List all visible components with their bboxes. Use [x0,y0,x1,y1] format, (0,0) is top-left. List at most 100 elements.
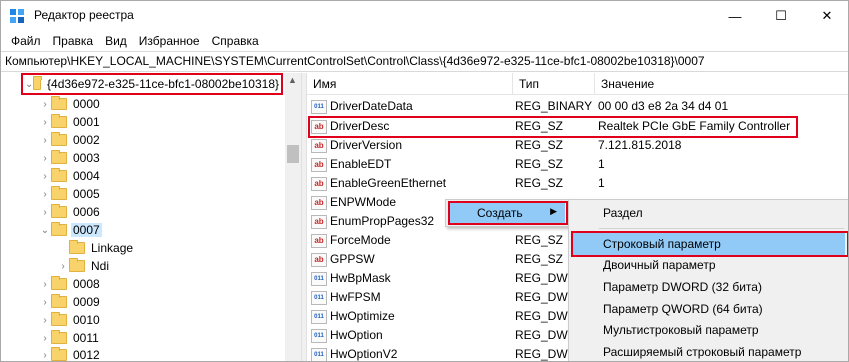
menu-favorites[interactable]: Избранное [133,31,206,51]
list-row-driverversion[interactable]: ab DriverVersion REG_SZ 7.121.815.2018 [307,136,848,155]
chevron-right-icon[interactable]: › [39,275,51,293]
folder-icon [51,276,67,290]
scrollbar-thumb[interactable] [287,145,299,163]
menu-bar: Файл Правка Вид Избранное Справка [1,31,848,51]
string-value-icon: ab [311,195,327,210]
chevron-right-icon[interactable]: › [39,329,51,347]
minimize-button[interactable]: — [712,1,758,31]
folder-icon [51,114,67,128]
folder-icon [51,96,67,110]
scroll-up-icon[interactable]: ▲ [288,75,297,85]
value-type: REG_BINARY [515,99,593,113]
chevron-right-icon[interactable]: › [39,203,51,221]
value-type: REG_SZ [515,176,564,190]
tree-pane: ⌄ {4d36e972-e325-11ce-bfc1-08002be10318}… [1,73,301,361]
tree-item-0002[interactable]: › 0002 [39,131,102,149]
string-value-icon: ab [311,214,327,229]
folder-icon [51,168,67,182]
tree-item-0005[interactable]: › 0005 [39,185,102,203]
chevron-right-icon[interactable]: › [57,257,69,275]
submenu-item-binary-value[interactable]: Двоичный параметр [573,254,845,276]
folder-icon [51,132,67,146]
value-name: DriverDateData [330,99,413,113]
submenu-item-qword-value[interactable]: Параметр QWORD (64 бита) [573,298,845,320]
value-data: 1 [598,157,605,171]
maximize-button[interactable]: ☐ [758,1,804,31]
tree-item-0010[interactable]: › 0010 [39,311,102,329]
tree-item-0007[interactable]: ⌄ 0007 [39,221,102,239]
string-value-icon: ab [311,138,327,153]
tree-item-label: {4d36e972-e325-11ce-bfc1-08002be10318} [47,77,279,91]
folder-icon [51,204,67,218]
list-row-driverdatedata[interactable]: 011 DriverDateData REG_BINARY 00 00 d3 e8… [307,97,848,116]
list-header: Имя Тип Значение [307,73,848,95]
value-data: 1 [598,176,605,190]
title-bar: Редактор реестра — ☐ ✕ [1,1,848,31]
column-header-type[interactable]: Тип [513,73,595,95]
value-type: REG_SZ [515,233,564,247]
submenu-item-expandable-string-value[interactable]: Расширяемый строковый параметр [573,341,845,361]
binary-value-icon: 011 [311,290,327,305]
tree-scrollbar[interactable]: ▲ [285,73,301,361]
tree-item-0001[interactable]: › 0001 [39,113,102,131]
chevron-right-icon[interactable]: › [39,311,51,329]
list-row-enablegreenethernet[interactable]: ab EnableGreenEthernet REG_SZ 1 [307,174,848,193]
value-type: REG_SZ [515,138,564,152]
string-value-icon: ab [311,233,327,248]
tree-item-0004[interactable]: › 0004 [39,167,102,185]
tree-item-label: 0008 [73,277,100,291]
menu-file[interactable]: Файл [5,31,47,51]
value-name: EnableEDT [330,157,392,171]
context-menu: Создать ▶ [445,199,569,227]
tree-item-linkage[interactable]: Linkage [57,239,135,257]
column-header-name[interactable]: Имя [307,73,513,95]
binary-value-icon: 011 [311,328,327,343]
chevron-down-icon[interactable]: ⌄ [25,75,33,93]
chevron-right-icon[interactable]: › [39,113,51,131]
tree-item-label: Linkage [91,241,134,255]
tree-item-0008[interactable]: › 0008 [39,275,102,293]
column-header-value[interactable]: Значение [595,73,848,95]
menu-view[interactable]: Вид [99,31,133,51]
chevron-right-icon[interactable]: › [39,346,51,361]
driverdesc-highlight [308,116,798,138]
folder-icon [51,312,67,326]
binary-value-icon: 011 [311,347,327,361]
chevron-right-icon[interactable]: › [39,149,51,167]
address-bar[interactable]: Компьютер\HKEY_LOCAL_MACHINE\SYSTEM\Curr… [1,51,848,72]
chevron-right-icon[interactable]: › [39,131,51,149]
tree-item-0000[interactable]: › 0000 [39,95,102,113]
submenu-item-key[interactable]: Раздел [573,202,845,224]
submenu-item-multistring-value[interactable]: Мультистроковый параметр [573,319,845,341]
value-name: ENPWMode [330,195,397,209]
menu-help[interactable]: Справка [206,31,265,51]
folder-icon [51,330,67,344]
tree-item-0009[interactable]: › 0009 [39,293,102,311]
close-button[interactable]: ✕ [804,1,848,31]
chevron-right-icon[interactable]: › [39,293,51,311]
value-name: EnableGreenEthernet [330,176,447,190]
folder-icon [51,347,67,361]
chevron-right-icon[interactable]: › [39,185,51,203]
tree-item-0011[interactable]: › 0011 [39,329,101,347]
tree-item-0006[interactable]: › 0006 [39,203,102,221]
tree-item-label: 0001 [73,115,100,129]
chevron-right-icon[interactable]: › [39,95,51,113]
tree-item-class-guid[interactable]: ⌄ {4d36e972-e325-11ce-bfc1-08002be10318} [21,73,283,95]
chevron-down-icon[interactable]: ⌄ [39,221,51,239]
chevron-right-icon[interactable]: › [39,167,51,185]
folder-icon [51,186,67,200]
menu-edit[interactable]: Правка [47,31,100,51]
tree-item-0003[interactable]: › 0003 [39,149,102,167]
binary-value-icon: 011 [311,99,327,114]
value-name: HwOptionV2 [330,347,398,361]
value-name: ForceMode [330,233,391,247]
folder-icon [51,222,67,236]
tree-item-0012[interactable]: › 0012 [39,346,102,361]
tree-item-ndi[interactable]: › Ndi [57,257,111,275]
tree-item-label: 0000 [73,97,100,111]
tree-item-label: 0011 [73,331,99,345]
list-row-enableedt[interactable]: ab EnableEDT REG_SZ 1 [307,155,848,174]
submenu-item-dword-value[interactable]: Параметр DWORD (32 бита) [573,276,845,298]
